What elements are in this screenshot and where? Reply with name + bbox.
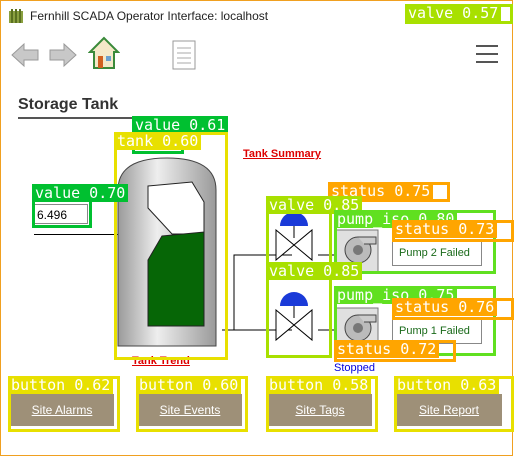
pump-2-status: Pump 2 Failed xyxy=(392,240,482,266)
valve-1-icon[interactable] xyxy=(272,288,316,348)
arrow-left-icon[interactable] xyxy=(10,40,40,70)
site-events-button[interactable]: Site Events xyxy=(138,394,242,426)
detection-label: button 0.62 xyxy=(8,376,114,394)
detection-label: tank 0.60 xyxy=(114,132,202,150)
tank-level-value: 6.496 xyxy=(32,204,88,224)
site-report-button[interactable]: Site Report xyxy=(396,394,502,426)
site-tags-button[interactable]: Site Tags xyxy=(268,394,372,426)
detection-label: status 0.73 xyxy=(392,220,498,238)
detection-label: button 0.58 xyxy=(266,376,372,394)
tank-trend-link[interactable]: Tank Trend xyxy=(132,355,190,367)
tank-level-fill xyxy=(147,231,205,327)
hamburger-menu-icon[interactable] xyxy=(476,44,498,64)
arrow-right-icon[interactable] xyxy=(48,40,78,70)
page-title: Storage Tank xyxy=(18,96,119,113)
window-title: Fernhill SCADA Operator Interface: local… xyxy=(30,9,269,23)
site-alarms-button[interactable]: Site Alarms xyxy=(10,394,114,426)
pump-state-label: Stopped xyxy=(334,362,375,374)
home-icon[interactable] xyxy=(88,36,120,70)
document-icon[interactable] xyxy=(172,40,196,70)
detection-label: valve 0.57 xyxy=(405,4,502,22)
tank-summary-link[interactable]: Tank Summary xyxy=(243,148,321,160)
detection-label: button 0.63 xyxy=(394,376,500,394)
valve-2-icon[interactable] xyxy=(272,208,316,268)
toolbar xyxy=(0,32,515,82)
detection-label: status 0.76 xyxy=(392,298,498,316)
detection-label: valve 0.85 xyxy=(266,262,363,280)
storage-tank xyxy=(117,157,217,347)
detection-label: status 0.72 xyxy=(334,340,440,358)
detection-label: button 0.60 xyxy=(136,376,242,394)
detection-label: value 0.70 xyxy=(32,184,129,202)
fernhill-logo-icon xyxy=(9,9,23,23)
